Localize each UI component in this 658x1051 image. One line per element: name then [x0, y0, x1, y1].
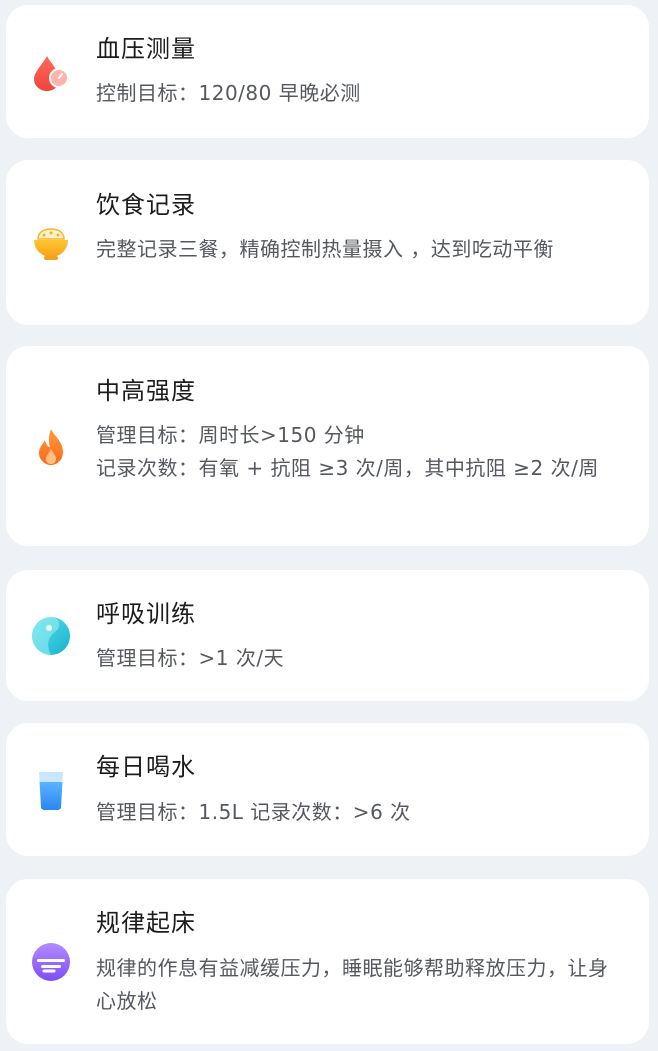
card-description: 控制目标：120/80 早晚必测 — [96, 77, 625, 110]
blood-drop-gauge-icon — [30, 53, 72, 95]
card-regular-wakeup[interactable]: 规律起床 规律的作息有益减缓压力，睡眠能够帮助释放压力，让身心放松 — [6, 879, 649, 1044]
card-description: 管理目标：周时长>150 分钟 记录次数：有氧 + 抗阻 ≥3 次/周，其中抗阻… — [96, 419, 625, 485]
card-blood-pressure[interactable]: 血压测量 控制目标：120/80 早晚必测 — [6, 5, 649, 138]
desc-line: 记录次数：有氧 + 抗阻 ≥3 次/周，其中抗阻 ≥2 次/周 — [96, 456, 599, 480]
card-diet-record[interactable]: 饮食记录 完整记录三餐，精确控制热量摄入 ，达到吃动平衡 — [6, 160, 649, 325]
sunrise-icon — [30, 941, 72, 983]
desc-line: 管理目标：>1 次/天 — [96, 646, 285, 670]
desc-line: 规律的作息有益减缓压力，睡眠能够帮助释放压力，让身心放松 — [96, 956, 609, 1013]
desc-line: 控制目标：120/80 早晚必测 — [96, 81, 361, 105]
card-title: 每日喝水 — [96, 753, 196, 781]
desc-line: 管理目标：周时长>150 分钟 — [96, 423, 365, 447]
card-title: 规律起床 — [96, 909, 196, 937]
card-exercise-intensity[interactable]: 中高强度 管理目标：周时长>150 分钟 记录次数：有氧 + 抗阻 ≥3 次/周… — [6, 346, 649, 546]
card-description: 规律的作息有益减缓压力，睡眠能够帮助释放压力，让身心放松 — [96, 952, 625, 1018]
card-description: 管理目标：1.5L 记录次数：>6 次 — [96, 796, 625, 829]
card-title: 饮食记录 — [96, 191, 196, 219]
card-description: 管理目标：>1 次/天 — [96, 642, 625, 675]
card-title: 血压测量 — [96, 35, 196, 63]
desc-line: 管理目标：1.5L 记录次数：>6 次 — [96, 800, 411, 824]
card-breathing-training[interactable]: 呼吸训练 管理目标：>1 次/天 — [6, 570, 649, 701]
flame-icon — [30, 426, 72, 468]
rice-bowl-icon — [30, 222, 72, 264]
desc-line: 完整记录三餐，精确控制热量摄入 ，达到吃动平衡 — [96, 237, 554, 261]
card-title: 中高强度 — [96, 377, 196, 405]
card-daily-water[interactable]: 每日喝水 管理目标：1.5L 记录次数：>6 次 — [6, 723, 649, 856]
breath-circle-icon — [30, 615, 72, 657]
card-title: 呼吸训练 — [96, 600, 196, 628]
card-description: 完整记录三餐，精确控制热量摄入 ，达到吃动平衡 — [96, 233, 625, 266]
water-glass-icon — [30, 769, 72, 811]
